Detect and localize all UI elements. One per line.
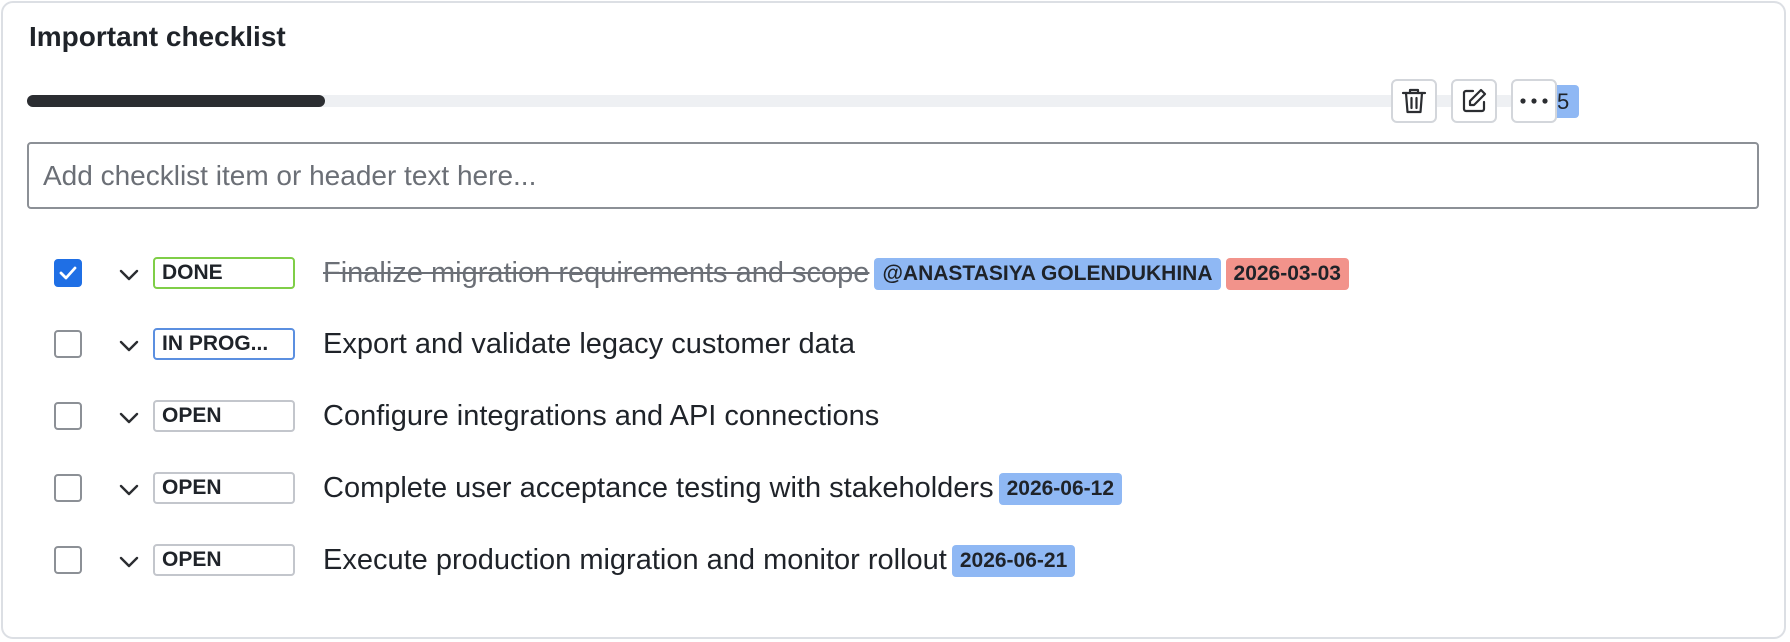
item-checkbox[interactable] [54, 259, 82, 287]
edit-icon [1462, 88, 1487, 113]
due-date-tag[interactable]: 2026-06-12 [998, 473, 1123, 505]
checklist-item: DONE Finalize migration requirements and … [3, 255, 1783, 295]
more-options-button[interactable] [1511, 79, 1557, 123]
chevron-down-icon[interactable] [117, 263, 141, 287]
checklist-title: Important checklist [29, 21, 286, 52]
item-text-line: Execute production migration and monitor… [323, 542, 1076, 578]
item-checkbox[interactable] [54, 330, 82, 358]
chevron-down-icon[interactable] [117, 406, 141, 430]
edit-button[interactable] [1451, 79, 1497, 123]
item-label[interactable]: Export and validate legacy customer data [323, 328, 855, 360]
trash-icon [1401, 88, 1427, 114]
chevron-down-icon[interactable] [117, 478, 141, 502]
checklist-item: OPEN Configure integrations and API conne… [3, 398, 1783, 438]
mention-tag[interactable]: @ANASTASIYA GOLENDUKHINA [874, 258, 1221, 290]
checklist-panel: Important checklist 1/5 DONEFinalize mig… [1, 1, 1786, 639]
status-dropdown[interactable]: OPEN [153, 400, 295, 432]
item-label[interactable]: Finalize migration requirements and scop… [323, 257, 869, 289]
item-text-line: Finalize migration requirements and scop… [323, 255, 1349, 291]
due-date-tag[interactable]: 2026-06-21 [951, 545, 1076, 577]
more-icon [1520, 98, 1548, 104]
delete-button[interactable] [1391, 79, 1437, 123]
chevron-down-icon[interactable] [117, 550, 141, 574]
status-dropdown[interactable]: OPEN [153, 544, 295, 576]
add-item-input[interactable] [27, 142, 1759, 209]
item-checkbox[interactable] [54, 402, 82, 430]
checklist-item: OPEN Execute production migration and mon… [3, 542, 1783, 582]
item-label[interactable]: Execute production migration and monitor… [323, 544, 947, 576]
due-date-tag[interactable]: 2026-03-03 [1225, 258, 1349, 290]
item-checkbox[interactable] [54, 474, 82, 502]
item-text-line: Configure integrations and API connectio… [323, 398, 879, 434]
checklist-item: IN PROG... Export and validate legacy cus… [3, 326, 1783, 366]
progress-fill [27, 95, 325, 107]
item-checkbox[interactable] [54, 546, 82, 574]
progress-bar [27, 95, 1515, 107]
checkmark-icon [59, 266, 77, 280]
item-text-line: Export and validate legacy customer data [323, 326, 855, 362]
item-label[interactable]: Complete user acceptance testing with st… [323, 472, 994, 504]
chevron-down-icon[interactable] [117, 334, 141, 358]
status-dropdown[interactable]: IN PROG... [153, 328, 295, 360]
status-dropdown[interactable]: DONE [153, 257, 295, 289]
status-dropdown[interactable]: OPEN [153, 472, 295, 504]
item-label[interactable]: Configure integrations and API connectio… [323, 400, 879, 432]
checklist-item: OPEN Complete user acceptance testing wit… [3, 470, 1783, 510]
item-text-line: Complete user acceptance testing with st… [323, 470, 1123, 506]
